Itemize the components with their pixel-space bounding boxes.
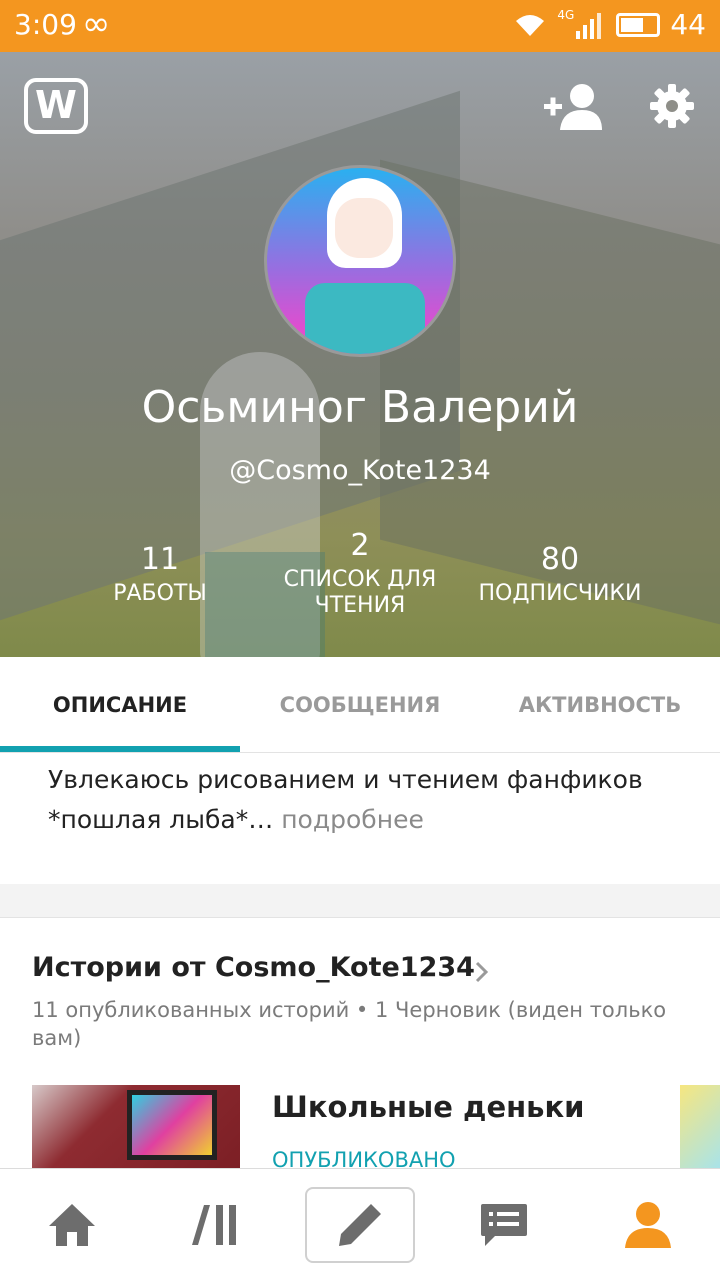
- network-type: 4G: [557, 8, 575, 22]
- library-icon: [192, 1205, 236, 1245]
- infinity-icon: ∞: [82, 4, 111, 44]
- profile-header: W Осьминог Валерий @Cosmo_Kote1234 11 РА…: [0, 52, 720, 657]
- tab-indicator: [0, 746, 240, 752]
- bottom-nav: [0, 1168, 720, 1280]
- signal-icon: [576, 12, 602, 39]
- story-title[interactable]: Школьные деньки: [272, 1090, 585, 1124]
- next-story-cover[interactable]: [680, 1085, 720, 1169]
- story-cover-art: [127, 1090, 217, 1160]
- pencil-icon: [339, 1204, 381, 1246]
- profile-tabs: ОПИСАНИЕ СООБЩЕНИЯ АКТИВНОСТЬ: [0, 657, 720, 753]
- stories-subtitle: 11 опубликованных историй • 1 Черновик (…: [32, 998, 667, 1050]
- followers-count: 80: [540, 542, 580, 577]
- works-label: РАБОТЫ: [113, 581, 207, 606]
- wattpad-logo-icon[interactable]: W: [24, 78, 88, 134]
- nav-home[interactable]: [0, 1169, 144, 1280]
- works-count: 11: [140, 542, 180, 577]
- home-icon: [49, 1204, 95, 1246]
- profile-icon: [625, 1202, 671, 1248]
- status-bar: 3:09 ∞ 4G 44: [0, 0, 720, 52]
- gear-icon[interactable]: [650, 84, 694, 128]
- profile-handle: @Cosmo_Kote1234: [229, 455, 491, 486]
- messages-icon: [481, 1204, 527, 1246]
- avatar-body: [305, 283, 425, 354]
- reading-lists-label-line2: ЧТЕНИЯ: [314, 593, 406, 618]
- avatar[interactable]: [264, 165, 456, 357]
- read-more-link[interactable]: подробнее: [273, 805, 424, 834]
- status-time: 3:09: [14, 8, 77, 41]
- nav-profile[interactable]: [576, 1169, 720, 1280]
- reading-lists-count: 2: [350, 528, 370, 563]
- tab-activity[interactable]: АКТИВНОСТЬ: [480, 657, 720, 753]
- nav-library[interactable]: [144, 1169, 288, 1280]
- chevron-right-icon[interactable]: [474, 960, 490, 984]
- nav-write[interactable]: [305, 1187, 415, 1263]
- story-cover[interactable]: [32, 1085, 240, 1169]
- nav-messages[interactable]: [432, 1169, 576, 1280]
- add-friend-icon[interactable]: [544, 82, 604, 132]
- tab-messages[interactable]: СООБЩЕНИЯ: [240, 657, 480, 753]
- stories-title[interactable]: Истории от Cosmo_Kote1234: [32, 952, 475, 983]
- reading-lists-label-line1: СПИСОК ДЛЯ: [283, 567, 437, 592]
- tab-about[interactable]: ОПИСАНИЕ: [0, 657, 240, 753]
- stat-followers[interactable]: 80 ПОДПИСЧИКИ: [460, 542, 660, 607]
- stat-works[interactable]: 11 РАБОТЫ: [60, 542, 260, 607]
- stat-reading-lists[interactable]: 2 СПИСОК ДЛЯ ЧТЕНИЯ: [260, 528, 460, 619]
- profile-name: Осьминог Валерий: [141, 382, 579, 433]
- section-divider: [0, 884, 720, 918]
- battery-icon: [616, 12, 661, 37]
- wifi-icon: [516, 14, 545, 36]
- followers-label: ПОДПИСЧИКИ: [478, 581, 642, 606]
- avatar-face: [335, 198, 393, 258]
- about-text: Увлекаюсь рисованием и чтением фанфиков …: [48, 760, 688, 840]
- battery-level: 44: [670, 8, 706, 41]
- status-right: 4G 44: [513, 8, 706, 41]
